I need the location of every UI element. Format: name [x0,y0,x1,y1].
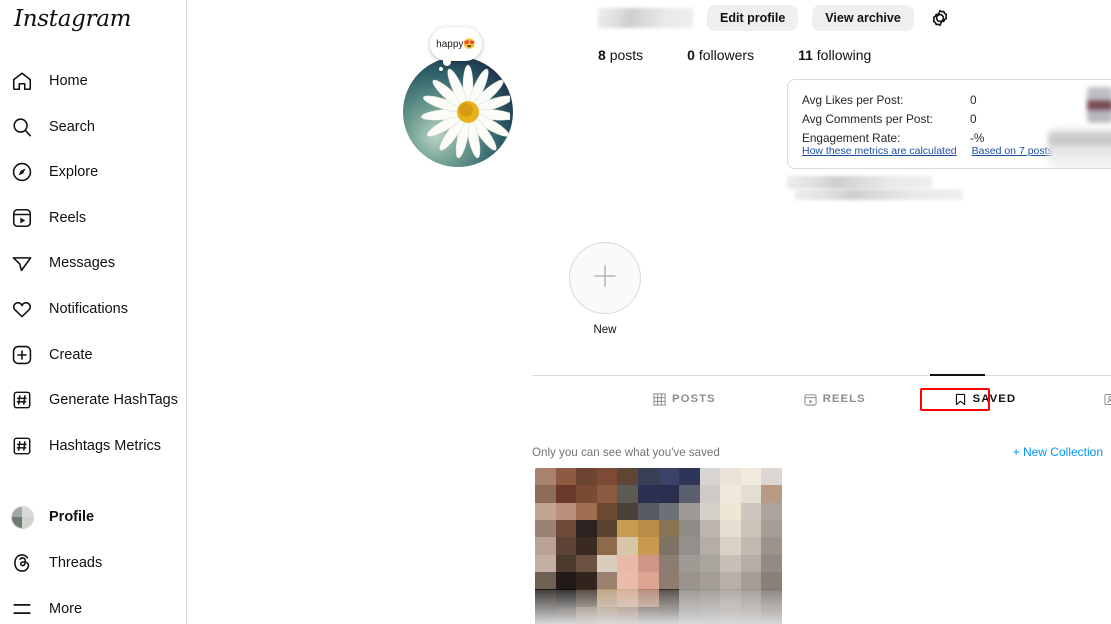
engagement-metrics-card: Avg Likes per Post: 0 Avg Comments per P… [787,79,1111,169]
metrics-thumbnail-redacted [1048,126,1111,168]
bookmark-icon [954,393,967,406]
heart-icon [9,296,35,322]
sidebar-item-generate-hashtags[interactable]: Generate HashTags [0,382,187,418]
bio-line-redacted [787,176,932,189]
stat-following[interactable]: 11 following [798,47,871,63]
sidebar-item-label: Home [49,73,88,89]
bio-line-redacted [795,189,963,200]
edit-profile-button[interactable]: Edit profile [707,5,799,31]
metrics-thumbnail-redacted [1087,87,1111,123]
tab-label: POSTS [672,393,716,405]
sidebar-item-label: Search [49,118,95,135]
tab-label: SAVED [972,393,1017,405]
sidebar-item-home[interactable]: Home [0,63,187,99]
search-icon [9,114,35,140]
sidebar-item-label: Hashtags Metrics [49,437,162,454]
clapperboard-icon [804,393,817,406]
highlight-label: New [593,324,617,336]
metric-key: Avg Comments per Post: [802,111,933,126]
tab-posts[interactable]: POSTS [647,389,722,410]
sidebar-item-threads[interactable]: Threads [0,545,187,581]
sidebar-item-label: Messages [49,255,116,272]
sidebar-item-hashtags-metrics[interactable]: Hashtags Metrics [0,428,187,464]
metric-key: Engagement Rate: [802,130,901,145]
metric-row: Avg Comments per Post: 0 [802,109,984,128]
active-tab-indicator [930,374,985,376]
sidebar-item-messages[interactable]: Messages [0,245,187,281]
sidebar-nav: Home Search Explore Reels Messages Notif… [0,63,187,624]
threads-icon [9,550,35,576]
new-collection-button[interactable]: + New Collection [1013,445,1103,459]
stat-followers[interactable]: 0 followers [687,47,754,63]
tab-label: REELS [822,393,866,405]
view-archive-button[interactable]: View archive [812,5,914,31]
hashtag-icon [9,387,35,413]
tab-reels[interactable]: REELS [798,389,872,410]
sidebar-item-label: Notifications [49,300,128,317]
sidebar-item-label: Profile [49,509,95,526]
tagged-person-icon [1104,393,1111,406]
gear-icon[interactable] [929,7,951,29]
sidebar-item-label: Create [49,346,93,363]
tab-saved[interactable]: SAVED [948,389,1022,410]
sidebar-item-more[interactable]: More [0,591,187,624]
metric-value: -% [970,130,985,145]
note-bubble-tail [439,67,443,71]
sidebar-item-explore[interactable]: Explore [0,154,187,190]
instagram-logo[interactable]: Instagram [14,6,132,32]
sidebar-item-label: Generate HashTags [49,392,178,409]
metric-value: 0 [970,92,977,107]
hamburger-icon [9,596,35,622]
story-highlight-new: New [568,242,642,336]
new-highlight-button[interactable] [569,242,641,314]
metric-key: Avg Likes per Post: [802,92,904,107]
plus-icon [590,261,620,296]
sidebar-item-notifications[interactable]: Notifications [0,291,187,327]
sidebar-item-label: More [49,600,83,617]
compass-icon [9,159,35,185]
sidebar-item-profile[interactable]: Profile [0,499,187,535]
saved-privacy-note: Only you can see what you've saved [532,446,720,459]
sidebar-item-label: Threads [49,554,103,571]
instagram-profile-page: Instagram Home Search Explore Reels Mess… [0,0,1111,624]
sidebar: Instagram Home Search Explore Reels Mess… [0,0,187,624]
avatar-icon [9,504,35,530]
profile-stats: 8 posts 0 followers 11 following [598,47,1098,63]
profile-note-bubble[interactable]: happy😍 [430,27,482,66]
based-on-posts-link[interactable]: Based on 7 posts [972,145,1053,157]
profile-header: Edit profile View archive 8 posts 0 foll… [598,5,1098,63]
reels-icon [9,205,35,231]
messenger-icon [9,250,35,276]
stat-posts[interactable]: 8 posts [598,47,643,63]
profile-tabs: POSTS REELS SAVED TAGGED [532,376,1111,422]
profile-picture[interactable] [403,57,513,167]
plus-square-icon [9,342,35,368]
daisy-flower-photo [421,64,510,159]
thumbnail-fade-overlay [535,590,782,624]
sidebar-item-create[interactable]: Create [0,337,187,373]
sidebar-item-reels[interactable]: Reels [0,200,187,236]
tab-tagged[interactable]: TAGGED [1098,389,1111,410]
saved-collection-thumbnail[interactable] [535,468,782,624]
sidebar-item-label: Reels [49,209,87,226]
username-redacted [598,8,693,28]
profile-main: happy😍 Edit profile View archive 8 posts… [187,0,1111,624]
sidebar-item-search[interactable]: Search [0,109,187,145]
home-icon [9,68,35,94]
sidebar-item-label: Explore [49,164,99,181]
hashtag-icon [9,433,35,459]
metric-value: 0 [970,111,977,126]
how-metrics-calculated-link[interactable]: How these metrics are calculated [802,145,957,157]
metric-row: Avg Likes per Post: 0 [802,90,984,109]
grid-icon [653,392,666,406]
